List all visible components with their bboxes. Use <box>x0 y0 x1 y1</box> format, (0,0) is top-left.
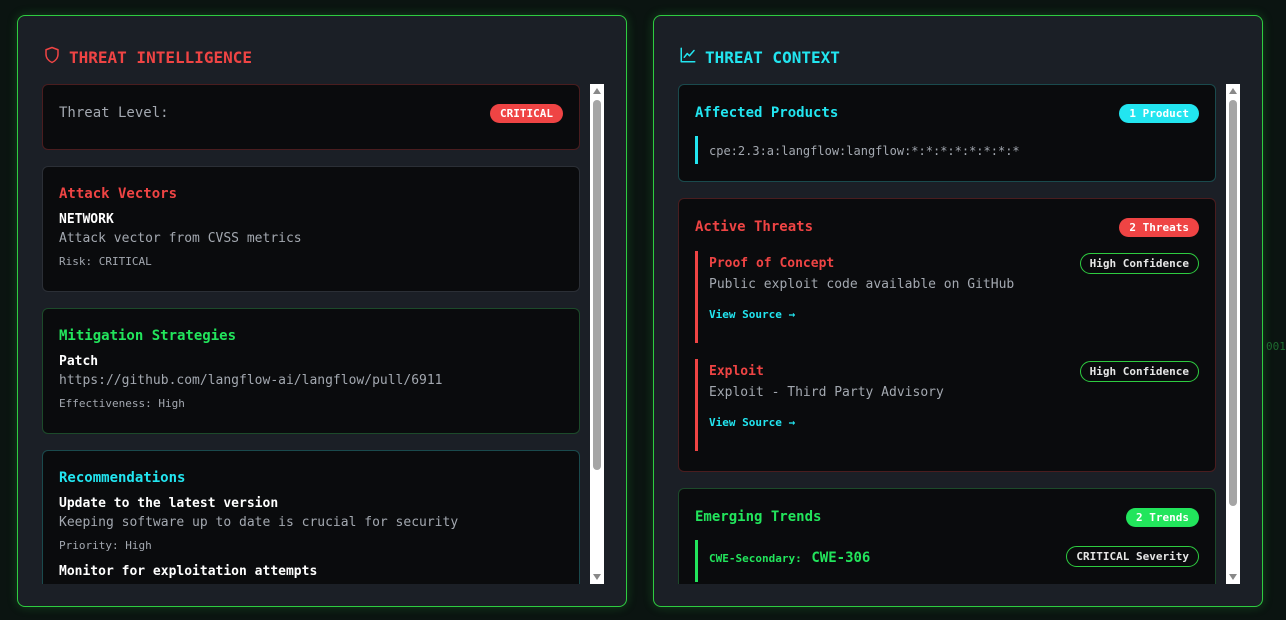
threat-intelligence-scrollbar[interactable] <box>590 84 604 584</box>
emerging-trends-card: Emerging Trends 2 Trends CWE-Secondary: … <box>678 488 1216 584</box>
line-chart-icon <box>679 46 697 68</box>
affected-products-title: Affected Products <box>695 105 839 121</box>
scroll-down-arrow-icon[interactable] <box>1229 574 1237 580</box>
mitigation-strategies-card: Mitigation Strategies Patch https://gith… <box>42 308 580 434</box>
recommendations-title: Recommendations <box>59 470 186 486</box>
threat-title: Proof of Concept <box>709 255 835 271</box>
mitigation-url[interactable]: https://github.com/langflow-ai/langflow/… <box>59 373 563 388</box>
threat-context-scroll-area[interactable]: Affected Products 1 Product cpe:2.3:a:la… <box>678 84 1218 584</box>
active-threats-badge: 2 Threats <box>1119 217 1199 237</box>
view-source-link[interactable]: View Source → <box>709 308 1199 321</box>
panel-title-threat-context: THREAT CONTEXT <box>679 46 840 68</box>
attack-vector-name: NETWORK <box>59 212 114 227</box>
threat-item: Exploit High Confidence Exploit - Third … <box>695 359 1199 451</box>
scrollbar-thumb[interactable] <box>593 100 601 470</box>
shield-icon <box>43 46 61 68</box>
mitigation-effectiveness: Effectiveness: High <box>59 397 185 410</box>
threat-context-scrollbar[interactable] <box>1226 84 1240 584</box>
active-threats-card: Active Threats 2 Threats Proof of Concep… <box>678 198 1216 472</box>
attack-vectors-card: Attack Vectors NETWORK Attack vector fro… <box>42 166 580 292</box>
confidence-badge: High Confidence <box>1079 252 1199 274</box>
affected-products-badge: 1 Product <box>1119 103 1199 123</box>
background-matrix-text: 001 <box>1266 340 1286 353</box>
scroll-down-arrow-icon[interactable] <box>593 574 601 580</box>
emerging-trends-title: Emerging Trends <box>695 509 822 525</box>
threat-intelligence-panel: THREAT INTELLIGENCE Threat Level: CRITIC… <box>17 15 627 607</box>
threat-intelligence-scroll-area[interactable]: Threat Level: CRITICAL Attack Vectors NE… <box>42 84 582 584</box>
affected-products-card: Affected Products 1 Product cpe:2.3:a:la… <box>678 84 1216 182</box>
scrollbar-thumb[interactable] <box>1229 100 1237 506</box>
threat-level-badge: CRITICAL <box>490 103 563 123</box>
trend-item: CWE-Secondary: CWE-306 CRITICAL Severity <box>695 540 1199 582</box>
threat-title: Exploit <box>709 363 764 379</box>
product-cpe: cpe:2.3:a:langflow:langflow:*:*:*:*:*:*:… <box>709 144 1020 158</box>
panel-title-threat-intelligence: THREAT INTELLIGENCE <box>43 46 252 68</box>
trend-label: CWE-Secondary: <box>709 551 802 565</box>
emerging-trends-badge: 2 Trends <box>1126 507 1199 527</box>
attack-vectors-title: Attack Vectors <box>59 186 178 202</box>
confidence-badge: High Confidence <box>1079 360 1199 382</box>
mitigation-strategies-title: Mitigation Strategies <box>59 328 237 344</box>
active-threats-title: Active Threats <box>695 219 814 235</box>
affected-product-item: cpe:2.3:a:langflow:langflow:*:*:*:*:*:*:… <box>695 136 1199 164</box>
severity-badge: CRITICAL Severity <box>1066 545 1199 567</box>
threat-context-panel: THREAT CONTEXT Affected Products 1 Produ… <box>653 15 1263 607</box>
threat-item: Proof of Concept High Confidence Public … <box>695 251 1199 343</box>
scroll-up-arrow-icon[interactable] <box>593 88 601 94</box>
threat-description: Public exploit code available on GitHub <box>709 277 1015 292</box>
mitigation-name: Patch <box>59 354 99 369</box>
recommendation-title: Monitor for exploitation attempts <box>59 564 318 579</box>
view-source-link[interactable]: View Source → <box>709 416 1199 429</box>
recommendation-priority: Priority: High <box>59 539 152 552</box>
recommendation-description: Keeping software up to date is crucial f… <box>59 515 459 530</box>
attack-vector-description: Attack vector from CVSS metrics <box>59 231 302 246</box>
threat-description: Exploit - Third Party Advisory <box>709 385 944 400</box>
recommendations-card: Recommendations Update to the latest ver… <box>42 450 580 584</box>
trend-cwe: CWE-306 <box>811 549 871 566</box>
recommendation-title: Update to the latest version <box>59 496 279 511</box>
scroll-up-arrow-icon[interactable] <box>1229 88 1237 94</box>
threat-level-card: Threat Level: CRITICAL <box>42 84 580 150</box>
threat-level-label: Threat Level: <box>59 105 169 121</box>
attack-vector-risk: Risk: CRITICAL <box>59 255 152 268</box>
